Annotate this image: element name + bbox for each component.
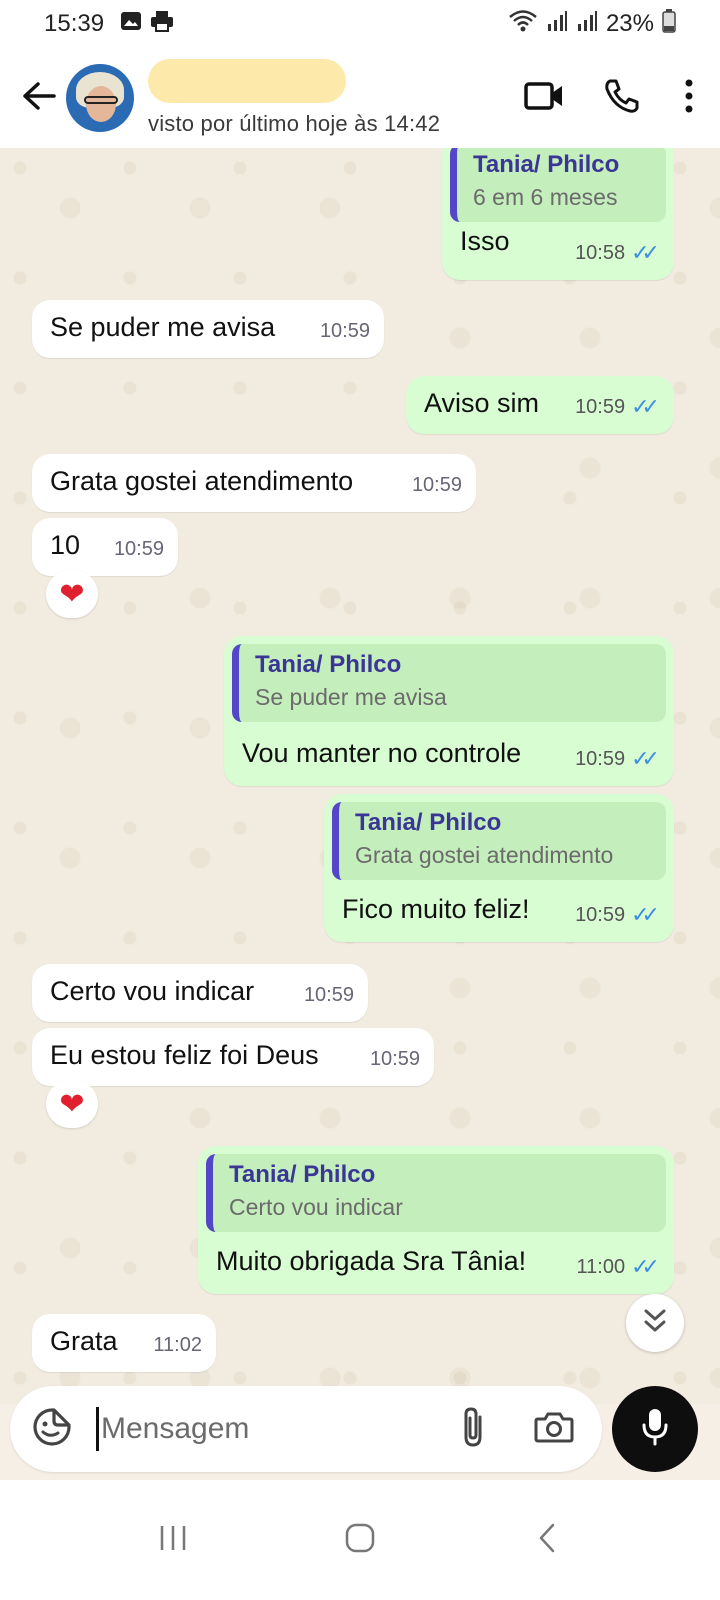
sticker-emoji-button[interactable] xyxy=(24,1401,80,1457)
battery-percent: 23% xyxy=(605,10,654,37)
message-time: 10:58 xyxy=(575,242,626,264)
message-bubble-outgoing[interactable]: Tania/ Philco 6 em 6 meses Isso 10:58 ✓✓ xyxy=(442,148,674,280)
paperclip-icon xyxy=(460,1405,486,1454)
message-bubble-incoming[interactable]: Grata gostei atendimento 10:59 xyxy=(32,454,476,512)
quoted-text: 6 em 6 meses xyxy=(473,184,618,210)
message-time: 10:59 xyxy=(303,984,354,1006)
chat-area[interactable]: Tania/ Philco 6 em 6 meses Isso 10:58 ✓✓ … xyxy=(0,148,720,1404)
more-vert-icon xyxy=(684,79,694,118)
back-arrow-icon xyxy=(22,81,56,116)
quoted-message[interactable]: Tania/ Philco 6 em 6 meses xyxy=(450,148,666,222)
message-bubble-incoming[interactable]: 10 10:59 xyxy=(32,518,178,576)
battery-icon xyxy=(662,8,676,40)
quoted-text: Se puder me avisa xyxy=(255,684,447,710)
last-seen-status: visto por último hoje às 14:42 xyxy=(148,111,441,136)
microphone-icon xyxy=(640,1407,670,1452)
message-text: Se puder me avisa xyxy=(50,312,276,342)
composer-bar xyxy=(0,1380,720,1480)
avatar[interactable] xyxy=(66,64,134,132)
message-time: 11:00 xyxy=(576,1256,626,1278)
message-bubble-incoming[interactable]: Certo vou indicar 10:59 xyxy=(32,964,368,1022)
quoted-author: Tania/ Philco xyxy=(255,651,402,678)
message-text: Grata gostei atendimento xyxy=(50,466,354,496)
voice-call-button[interactable] xyxy=(592,68,652,128)
message-text: 10 xyxy=(50,530,81,560)
camera-icon xyxy=(534,1410,574,1449)
message-time: 10:59 xyxy=(113,538,164,560)
read-ticks-icon: ✓✓ xyxy=(631,394,660,419)
signal-icon xyxy=(546,10,568,39)
attach-button[interactable] xyxy=(448,1401,498,1457)
double-chevron-down-icon xyxy=(642,1307,668,1340)
message-time: 10:59 xyxy=(575,748,626,770)
home-icon xyxy=(344,1522,376,1559)
chevron-left-icon xyxy=(537,1522,557,1559)
message-bubble-outgoing[interactable]: Tania/ Philco Grata gostei atendimento F… xyxy=(324,794,674,942)
phone-icon xyxy=(604,78,640,119)
message-text: Certo vou indicar xyxy=(50,976,255,1006)
contact-info[interactable]: visto por último hoje às 14:42 xyxy=(148,59,440,137)
text-cursor xyxy=(96,1407,99,1451)
message-text: Fico muito feliz! xyxy=(342,894,530,924)
message-text: Isso xyxy=(460,226,510,256)
wifi-icon xyxy=(508,9,538,40)
read-ticks-icon: ✓✓ xyxy=(631,746,660,771)
message-time: 10:59 xyxy=(575,904,626,926)
quoted-text: Certo vou indicar xyxy=(229,1194,403,1220)
message-time: 11:02 xyxy=(153,1334,202,1356)
message-time: 10:59 xyxy=(411,474,462,496)
read-ticks-icon: ✓✓ xyxy=(631,902,660,927)
composer-pill[interactable] xyxy=(10,1386,602,1472)
chat-header: visto por último hoje às 14:42 xyxy=(0,48,720,148)
sticker-icon xyxy=(32,1407,72,1452)
contact-name-redacted xyxy=(148,59,346,103)
quoted-message[interactable]: Tania/ Philco Se puder me avisa xyxy=(232,644,666,722)
more-options-button[interactable] xyxy=(674,68,704,128)
status-bar: 15:39 23% xyxy=(0,0,720,48)
quoted-author: Tania/ Philco xyxy=(355,809,502,836)
message-time: 10:59 xyxy=(575,396,626,418)
status-time: 15:39 xyxy=(44,10,105,37)
message-bubble-outgoing[interactable]: Tania/ Philco Certo vou indicar Muito ob… xyxy=(198,1146,674,1294)
quoted-message[interactable]: Tania/ Philco Grata gostei atendimento xyxy=(332,802,666,880)
message-bubble-incoming[interactable]: Grata 11:02 xyxy=(32,1314,216,1372)
quoted-author: Tania/ Philco xyxy=(473,151,620,178)
message-bubble-outgoing[interactable]: Aviso sim 10:59 ✓✓ xyxy=(406,376,674,434)
message-text: Muito obrigada Sra Tânia! xyxy=(216,1246,527,1276)
read-ticks-icon: ✓✓ xyxy=(631,1254,660,1279)
video-call-icon xyxy=(524,81,564,116)
back-nav-button[interactable] xyxy=(517,1510,577,1570)
heart-reaction-icon[interactable]: ❤ xyxy=(46,1080,98,1128)
message-time: 10:59 xyxy=(369,1048,420,1070)
recent-apps-icon xyxy=(158,1524,188,1557)
message-time: 10:59 xyxy=(319,320,370,342)
read-ticks-icon: ✓✓ xyxy=(631,240,660,265)
camera-button[interactable] xyxy=(526,1401,582,1457)
video-call-button[interactable] xyxy=(514,68,574,128)
quoted-message[interactable]: Tania/ Philco Certo vou indicar xyxy=(206,1154,666,1232)
message-bubble-incoming[interactable]: Eu estou feliz foi Deus 10:59 xyxy=(32,1028,434,1086)
message-text: Vou manter no controle xyxy=(242,738,522,768)
message-text: Eu estou feliz foi Deus xyxy=(50,1040,319,1070)
system-nav-bar xyxy=(0,1480,720,1600)
back-button[interactable] xyxy=(12,71,66,125)
voice-message-button[interactable] xyxy=(612,1386,698,1472)
message-bubble-incoming[interactable]: Se puder me avisa 10:59 xyxy=(32,300,384,358)
heart-reaction-icon[interactable]: ❤ xyxy=(46,570,98,618)
message-input[interactable] xyxy=(101,1412,401,1446)
scroll-to-bottom-button[interactable] xyxy=(626,1294,684,1352)
image-icon xyxy=(120,10,142,38)
message-bubble-outgoing[interactable]: Tania/ Philco Se puder me avisa Vou mant… xyxy=(224,636,674,786)
message-text: Grata xyxy=(50,1326,118,1356)
home-button[interactable] xyxy=(330,1510,390,1570)
print-icon xyxy=(150,10,174,39)
signal-icon-2 xyxy=(576,10,598,39)
quoted-text: Grata gostei atendimento xyxy=(355,842,614,868)
message-text: Aviso sim xyxy=(424,388,540,418)
recent-apps-button[interactable] xyxy=(143,1510,203,1570)
quoted-author: Tania/ Philco xyxy=(229,1161,376,1188)
